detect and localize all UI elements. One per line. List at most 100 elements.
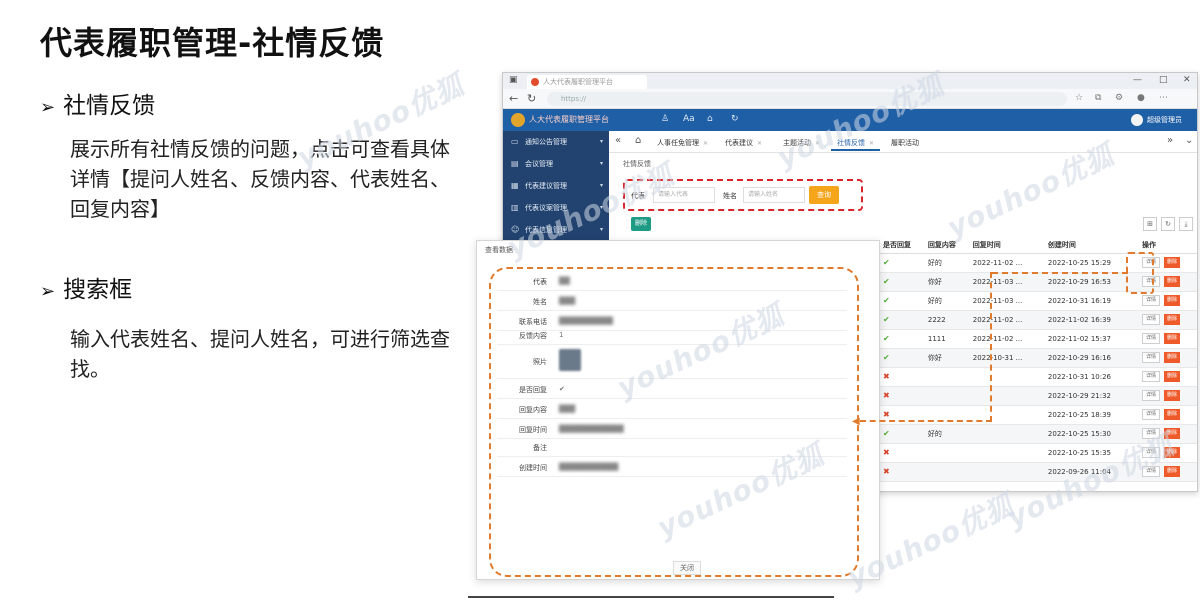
font-size-icon[interactable]: Aa	[683, 114, 695, 124]
cell-actions: 详情 删除	[1138, 310, 1197, 330]
double-chevron-right-icon[interactable]: »	[1167, 135, 1173, 146]
detail-label: 备注	[533, 444, 547, 452]
tab-suggestion[interactable]: 代表建议 ✕	[719, 135, 768, 151]
browser-tab[interactable]: 人大代表履职管理平台	[527, 75, 647, 89]
column-header[interactable]: 创建时间	[1043, 237, 1139, 254]
sidebar-item-notice[interactable]: ▭ 通知公告管理 ▾	[503, 131, 609, 153]
favorites-icon[interactable]: ☆	[1075, 93, 1083, 103]
back-icon[interactable]: ←	[509, 92, 518, 105]
cell-reply-time: 2022-11-03 ...	[968, 272, 1044, 292]
tab-personnel[interactable]: 人事任免管理 ✕	[651, 135, 714, 151]
chevron-down-icon[interactable]: ⌄	[1185, 135, 1193, 146]
close-button[interactable]: 关闭	[673, 561, 701, 575]
cell-content	[923, 462, 969, 482]
detail-button[interactable]: 详情	[1142, 295, 1161, 306]
tab-duty-activity[interactable]: 履职活动	[885, 135, 925, 151]
detail-button[interactable]: 详情	[1142, 390, 1161, 401]
detail-value: ✔	[559, 385, 565, 393]
detail-value: ███████████	[559, 463, 619, 471]
maximize-icon[interactable]: □	[1159, 75, 1168, 85]
cell-replied: ✖	[879, 462, 924, 482]
cell-reply-time: 2022-11-02 ...	[968, 310, 1044, 330]
detail-label: 是否回复	[519, 386, 547, 394]
arrow-left-icon: ◀	[852, 416, 860, 427]
home-icon[interactable]: ⌂	[707, 114, 713, 124]
cell-actions: 详情 删除	[1138, 329, 1197, 349]
cell-created-time: 2022-10-29 16:53	[1043, 272, 1139, 292]
cross-icon: ✖	[883, 448, 890, 457]
extensions-icon[interactable]: ⚙	[1115, 93, 1123, 103]
detail-button[interactable]: 详情	[1142, 333, 1161, 344]
check-icon: ✔	[883, 296, 890, 305]
detail-button[interactable]: 详情	[1142, 371, 1161, 382]
cross-icon: ✖	[883, 391, 890, 400]
check-icon: ✔	[883, 429, 890, 438]
close-icon[interactable]: ✕	[1183, 75, 1191, 85]
photo-thumbnail[interactable]	[559, 349, 581, 371]
detail-button[interactable]: 详情	[1142, 314, 1161, 325]
bullet-heading: ➢ 社情反馈	[40, 86, 155, 120]
cell-reply-time	[968, 443, 1044, 463]
cell-actions: 详情 删除	[1138, 386, 1197, 406]
minimize-icon[interactable]: —	[1133, 75, 1142, 85]
detail-button[interactable]: 详情	[1142, 409, 1161, 420]
cross-icon: ✖	[883, 467, 890, 476]
delete-row-button[interactable]: 删除	[1164, 257, 1181, 268]
delete-row-button[interactable]: 删除	[1164, 295, 1181, 306]
delete-button[interactable]: 删除	[631, 217, 651, 231]
detail-label: 回复时间	[519, 426, 547, 434]
cell-content	[923, 386, 969, 406]
detail-value: ██	[559, 277, 570, 285]
tab-close-icon[interactable]: ✕	[869, 140, 874, 147]
tab-close-icon[interactable]: ✕	[757, 140, 762, 147]
delete-row-button[interactable]: 删除	[1164, 314, 1181, 325]
table-row: ✖ 2022-10-29 21:32 详情 删除	[879, 386, 1197, 406]
double-chevron-left-icon[interactable]: «	[615, 135, 621, 146]
user-icon[interactable]: ♙	[661, 114, 669, 124]
cell-content: 好的	[923, 253, 969, 273]
cell-content: 好的	[923, 424, 969, 444]
slide-title: 代表履职管理-社情反馈	[40, 24, 385, 62]
user-name[interactable]: 超级管理员	[1147, 115, 1182, 125]
columns-icon[interactable]: ⊞	[1143, 217, 1157, 231]
sidebar-item-label: 通知公告管理	[525, 138, 567, 146]
detail-button[interactable]: 详情	[1142, 352, 1161, 363]
sidebar-item-meeting[interactable]: ▤ 会议管理 ▾	[503, 153, 609, 175]
query-button[interactable]: 查询	[809, 186, 839, 204]
url-field[interactable]: https://	[547, 92, 1067, 106]
cell-replied: ✔	[879, 424, 924, 444]
bullet-description: 输入代表姓名、提问人姓名，可进行筛选查找。	[70, 327, 450, 381]
detail-label: 代表	[533, 278, 547, 286]
profile-icon[interactable]: ●	[1137, 93, 1145, 103]
column-header[interactable]: 是否回复	[879, 237, 924, 254]
cell-actions: 详情 删除	[1138, 348, 1197, 368]
delete-row-button[interactable]: 删除	[1164, 352, 1181, 363]
delete-row-button[interactable]: 删除	[1164, 371, 1181, 382]
cell-replied: ✔	[879, 272, 924, 292]
motion-icon: ▥	[511, 203, 519, 212]
delete-row-button[interactable]: 删除	[1164, 390, 1181, 401]
refresh-icon[interactable]: ↻	[1161, 217, 1175, 231]
emblem-icon	[511, 113, 525, 127]
home-icon[interactable]: ⌂	[635, 135, 641, 146]
cell-reply-time	[968, 367, 1044, 387]
check-icon: ✔	[883, 277, 890, 286]
delete-row-button[interactable]: 删除	[1164, 276, 1181, 287]
column-header: 操作	[1138, 237, 1197, 254]
cell-replied: ✔	[879, 310, 924, 330]
connector-line	[992, 272, 1128, 274]
detail-row: 代表 ██	[497, 271, 847, 291]
tab-close-icon[interactable]: ✕	[703, 140, 708, 147]
column-header[interactable]: 回复时间	[968, 237, 1044, 254]
collections-icon[interactable]: ⧉	[1095, 93, 1101, 103]
avatar[interactable]	[1131, 114, 1143, 126]
refresh-icon[interactable]: ↻	[731, 114, 739, 124]
refresh-icon[interactable]: ↻	[527, 92, 536, 105]
export-icon[interactable]: ⤓	[1179, 217, 1193, 231]
arrow-bullet-icon: ➢	[40, 281, 56, 302]
delete-row-button[interactable]: 删除	[1164, 333, 1181, 344]
delete-row-button[interactable]: 删除	[1164, 466, 1181, 477]
name-search-input[interactable]: 请输入姓名	[743, 187, 805, 203]
delete-row-button[interactable]: 删除	[1164, 409, 1181, 420]
more-icon[interactable]: ⋯	[1159, 93, 1168, 103]
